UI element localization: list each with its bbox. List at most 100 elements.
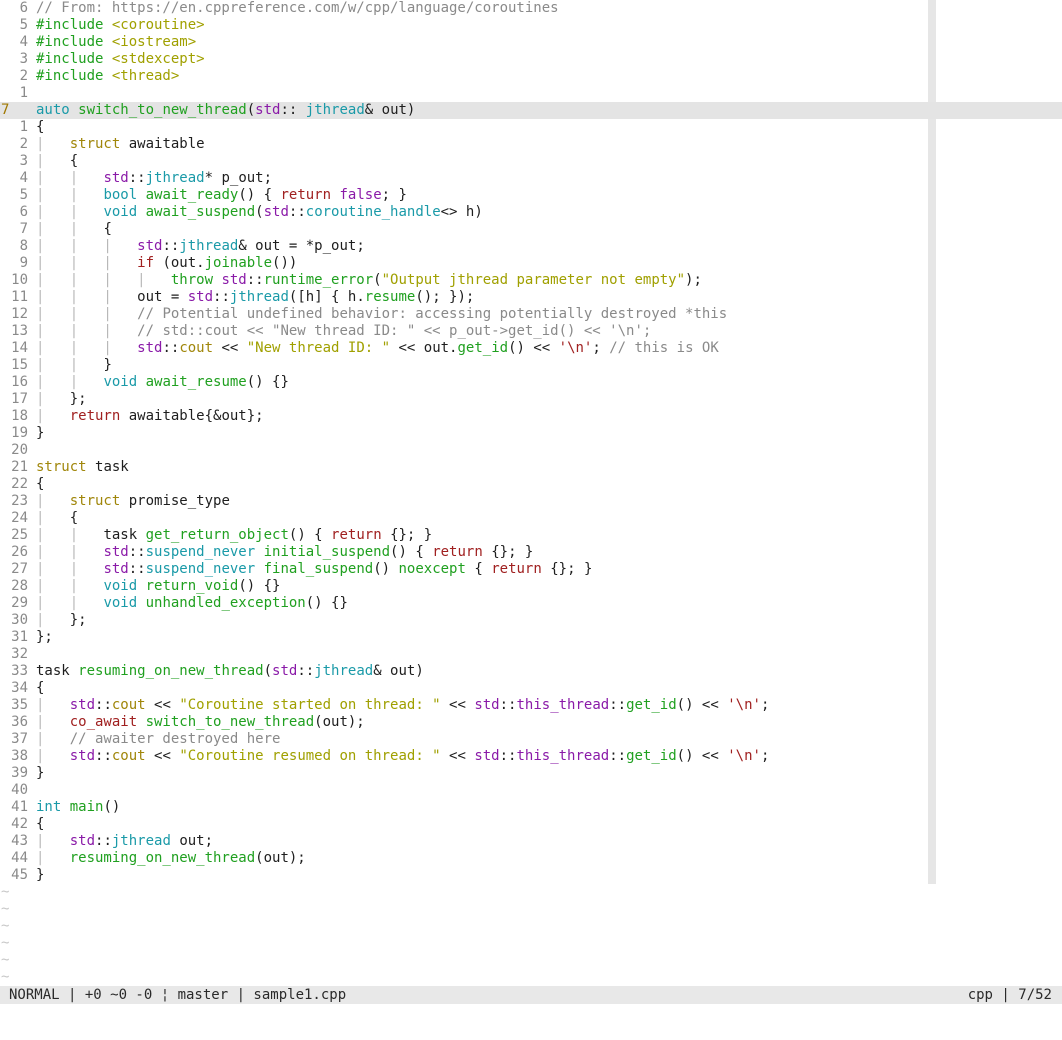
code-line[interactable]: 7 | | { <box>0 221 1062 238</box>
code-line[interactable]: 30 | }; <box>0 612 1062 629</box>
code-line[interactable]: 17 | }; <box>0 391 1062 408</box>
line-number: 8 <box>19 238 28 254</box>
code-token: <> h) <box>440 204 483 220</box>
code-line[interactable]: 39} <box>0 765 1062 782</box>
code-text: { <box>36 816 44 833</box>
code-line[interactable]: 3 | { <box>0 153 1062 170</box>
code-token: { <box>69 510 79 526</box>
code-line[interactable]: 29 | | void unhandled_exception() {} <box>0 595 1062 612</box>
line-number: 34 <box>11 680 28 696</box>
code-token: <iostream> <box>111 34 197 50</box>
code-token: "Coroutine resumed on thread: " <box>179 748 441 764</box>
code-line[interactable]: 6 // From: https://en.cppreference.com/w/… <box>0 0 1062 17</box>
line-number: 1 <box>19 85 28 101</box>
code-line[interactable]: 40 <box>0 782 1062 799</box>
indent-guide: | <box>36 493 70 509</box>
code-line[interactable]: 19} <box>0 425 1062 442</box>
indent-guide: | | <box>36 544 104 560</box>
code-token: awaitable{&out}; <box>128 408 264 424</box>
code-token: // this is OK <box>609 340 719 356</box>
code-line[interactable]: 41 int main() <box>0 799 1062 816</box>
code-text: } <box>36 867 44 884</box>
code-line[interactable]: 42 { <box>0 816 1062 833</box>
code-token: "Output jthread parameter not empty" <box>381 272 686 288</box>
empty-line-marker: ~ <box>1 952 10 968</box>
code-token: void <box>103 374 146 390</box>
code-text: task resuming_on_new_thread(std::jthread… <box>36 663 424 680</box>
code-line[interactable]: 31}; <box>0 629 1062 646</box>
code-token: () {} <box>238 578 281 594</box>
code-line[interactable]: 12 | | | // Potential undefined behavior:… <box>0 306 1062 323</box>
code-line[interactable]: 13 | | | // std::cout << "New thread ID: … <box>0 323 1062 340</box>
code-line[interactable]: 33 task resuming_on_new_thread(std::jthre… <box>0 663 1062 680</box>
code-line[interactable]: 20 <box>0 442 1062 459</box>
code-line[interactable]: 4 #include <iostream> <box>0 34 1062 51</box>
code-token: out = <box>137 289 188 305</box>
code-token: std <box>272 663 298 679</box>
code-line[interactable]: 28 | | void return_void() {} <box>0 578 1062 595</box>
code-token: suspend_never <box>145 561 264 577</box>
code-token: ()) <box>272 255 298 271</box>
code-line[interactable]: 35 | std::cout << "Coroutine started on t… <box>0 697 1062 714</box>
code-line[interactable]: 23 | struct promise_type <box>0 493 1062 510</box>
code-line[interactable]: 3 #include <stdexcept> <box>0 51 1062 68</box>
code-token: struct <box>69 136 129 152</box>
code-line[interactable]: 45} <box>0 867 1062 884</box>
line-number: 7 <box>1 102 10 118</box>
code-line[interactable]: 24 | { <box>0 510 1062 527</box>
code-line[interactable]: 26 | | std::suspend_never initial_suspend… <box>0 544 1062 561</box>
code-token: std <box>69 697 96 713</box>
code-token: (out); <box>314 714 365 730</box>
code-line[interactable]: 27 | | std::suspend_never final_suspend()… <box>0 561 1062 578</box>
code-line[interactable]: 43 | std::jthread out; <box>0 833 1062 850</box>
code-line[interactable]: 5 #include <coroutine> <box>0 17 1062 34</box>
code-line[interactable]: 32 <box>0 646 1062 663</box>
code-line[interactable]: 37 | // awaiter destroyed here <box>0 731 1062 748</box>
current-code-line[interactable]: 7 auto switch_to_new_thread(std:: jthread… <box>0 102 1062 119</box>
code-line[interactable]: 18 | return awaitable{&out}; <box>0 408 1062 425</box>
code-token: :: <box>288 204 306 220</box>
code-token: ); <box>685 272 702 288</box>
code-token: << <box>213 340 247 356</box>
code-line[interactable]: 1{ <box>0 119 1062 136</box>
code-token: ( <box>246 102 256 118</box>
code-line[interactable]: 36 | co_await switch_to_new_thread(out); <box>0 714 1062 731</box>
code-lines[interactable]: 6 // From: https://en.cppreference.com/w/… <box>0 0 1062 884</box>
code-token: jthread <box>179 238 239 254</box>
code-token: :: <box>95 697 112 713</box>
code-line[interactable]: 1 <box>0 85 1062 102</box>
code-token: ; <box>592 340 610 356</box>
code-line[interactable]: 25 | | task get_return_object() { return … <box>0 527 1062 544</box>
code-line[interactable]: 21 struct task <box>0 459 1062 476</box>
code-line[interactable]: 44 | resuming_on_new_thread(out); <box>0 850 1062 867</box>
code-line[interactable]: 34 { <box>0 680 1062 697</box>
code-line[interactable]: 9 | | | if (out.joinable()) <box>0 255 1062 272</box>
code-text: struct task <box>36 459 129 476</box>
code-line[interactable]: 14 | | | std::cout << "New thread ID: " <… <box>0 340 1062 357</box>
code-editor[interactable]: 6 // From: https://en.cppreference.com/w/… <box>0 0 1062 985</box>
code-token: struct <box>36 459 96 475</box>
code-line[interactable]: 15 | | } <box>0 357 1062 374</box>
code-line[interactable]: 2 #include <thread> <box>0 68 1062 85</box>
code-token: } <box>36 867 45 883</box>
line-number: 44 <box>11 850 28 866</box>
code-text: | | task get_return_object() { return {}… <box>36 527 432 544</box>
code-token: :: <box>162 340 180 356</box>
code-line[interactable]: 11 | | | out = std::jthread([h] { h.resum… <box>0 289 1062 306</box>
code-line[interactable]: 10 | | | | throw std::runtime_error("Outp… <box>0 272 1062 289</box>
code-token: switch_to_new_thread <box>78 102 247 118</box>
code-token: jthread <box>229 289 289 305</box>
code-line[interactable]: 8 | | | std::jthread& out = *p_out; <box>0 238 1062 255</box>
code-line[interactable]: 4 | | std::jthread* p_out; <box>0 170 1062 187</box>
code-line[interactable]: 2 | struct awaitable <box>0 136 1062 153</box>
code-line[interactable]: 16 | | void await_resume() {} <box>0 374 1062 391</box>
code-token: () {} <box>246 374 289 390</box>
code-token: jthread <box>111 833 171 849</box>
code-line[interactable]: 22 { <box>0 476 1062 493</box>
code-line[interactable]: 38 | std::cout << "Coroutine resumed on t… <box>0 748 1062 765</box>
code-line[interactable]: 6 | | void await_suspend(std::coroutine_h… <box>0 204 1062 221</box>
code-token: #include <box>36 68 112 84</box>
code-text: | | void await_suspend(std::coroutine_ha… <box>36 204 483 221</box>
code-line[interactable]: 5 | | bool await_ready() { return false; … <box>0 187 1062 204</box>
code-token: <coroutine> <box>111 17 205 33</box>
